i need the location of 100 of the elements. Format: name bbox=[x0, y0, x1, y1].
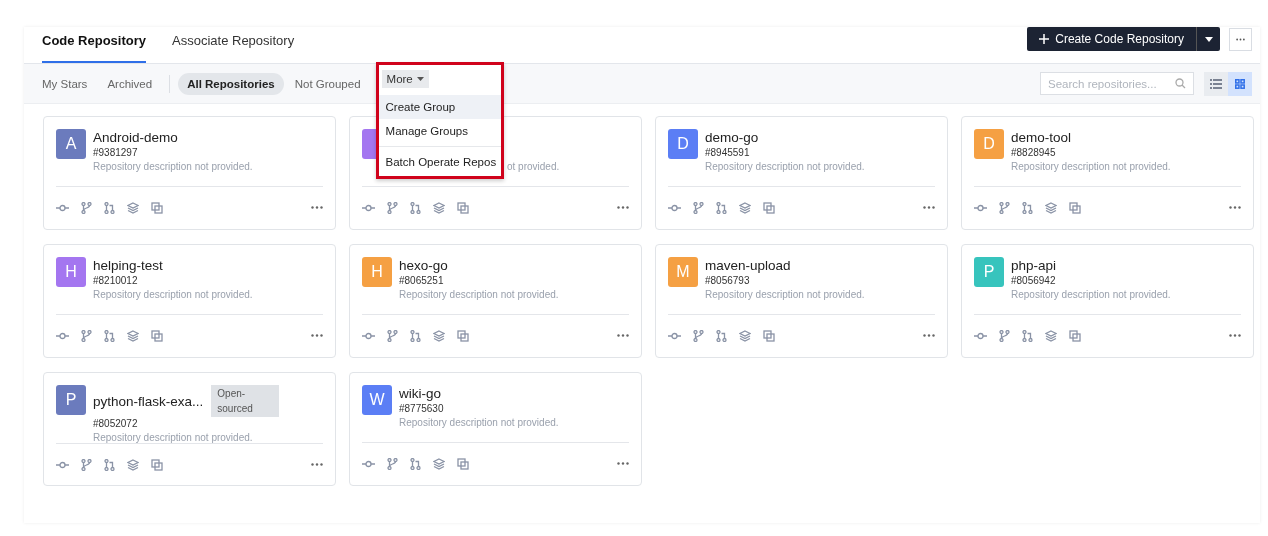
repository-card[interactable]: H helping-test #8210012 Repository description not provided. bbox=[43, 244, 336, 358]
layers-icon[interactable] bbox=[433, 457, 445, 470]
commit-icon[interactable] bbox=[362, 331, 375, 340]
copy-icon[interactable] bbox=[763, 329, 775, 342]
avatar: H bbox=[362, 257, 392, 287]
repository-card[interactable]: W wiki-go #8775630 Repository description not provided. bbox=[349, 372, 642, 486]
filter-tab[interactable]: Archived bbox=[98, 72, 162, 95]
merge-request-icon[interactable] bbox=[410, 457, 421, 470]
ellipsis-icon[interactable] bbox=[1229, 334, 1241, 338]
commit-icon[interactable] bbox=[668, 203, 681, 212]
merge-request-icon[interactable] bbox=[104, 329, 115, 342]
layers-icon[interactable] bbox=[739, 201, 751, 214]
repository-id: #8052072 bbox=[93, 418, 139, 430]
repository-name[interactable]: php-api bbox=[1011, 258, 1057, 273]
copy-icon[interactable] bbox=[457, 457, 469, 470]
repository-name[interactable]: wiki-go bbox=[399, 386, 441, 401]
repository-name[interactable]: hexo-go bbox=[399, 258, 448, 273]
layers-icon[interactable] bbox=[1045, 329, 1057, 342]
repository-name[interactable]: demo-tool bbox=[1011, 130, 1072, 145]
filter-tab[interactable]: Not Grouped bbox=[285, 72, 370, 95]
caret-icon bbox=[1204, 36, 1213, 42]
merge-request-icon[interactable] bbox=[410, 329, 421, 342]
merge-request-icon[interactable] bbox=[104, 201, 115, 214]
branch-icon[interactable] bbox=[81, 329, 92, 342]
branch-icon[interactable] bbox=[999, 201, 1010, 214]
repository-name[interactable]: demo-go bbox=[705, 130, 759, 145]
branch-icon[interactable] bbox=[693, 201, 704, 214]
ellipsis-icon[interactable] bbox=[617, 462, 629, 466]
ellipsis-icon[interactable] bbox=[1229, 206, 1241, 210]
repository-name[interactable]: Android-demo bbox=[93, 130, 178, 145]
layers-icon[interactable] bbox=[127, 201, 139, 214]
more-dropdown[interactable]: More bbox=[381, 69, 429, 88]
ellipsis-icon[interactable] bbox=[923, 334, 935, 338]
repository-name[interactable]: helping-test bbox=[93, 258, 163, 273]
merge-request-icon[interactable] bbox=[1022, 329, 1033, 342]
filter-tab[interactable]: My Stars bbox=[42, 72, 97, 95]
menu-item[interactable]: Create Group bbox=[378, 94, 501, 119]
repository-card[interactable]: D demo-go #8945591 Repository description not provided. bbox=[655, 116, 948, 230]
commit-icon[interactable] bbox=[668, 331, 681, 340]
list-view-button[interactable] bbox=[1204, 71, 1228, 96]
commit-icon[interactable] bbox=[362, 203, 375, 212]
copy-icon[interactable] bbox=[1069, 201, 1081, 214]
more-options-button[interactable] bbox=[1229, 27, 1252, 51]
ellipsis-icon[interactable] bbox=[617, 206, 629, 210]
ellipsis-icon[interactable] bbox=[311, 206, 323, 210]
tab[interactable]: Associate Repository bbox=[172, 27, 295, 63]
layers-icon[interactable] bbox=[433, 201, 445, 214]
layers-icon[interactable] bbox=[127, 458, 139, 471]
layers-icon[interactable] bbox=[433, 329, 445, 342]
copy-icon[interactable] bbox=[1069, 329, 1081, 342]
commit-icon[interactable] bbox=[56, 331, 69, 340]
layers-icon[interactable] bbox=[127, 329, 139, 342]
commit-icon[interactable] bbox=[974, 331, 987, 340]
repository-card[interactable]: H hexo-go #8065251 Repository description not provided. bbox=[349, 244, 642, 358]
create-repository-button[interactable]: Create Code Repository bbox=[1027, 27, 1196, 51]
repository-card[interactable]: M maven-upload #8056793 Repository description not provided. bbox=[655, 244, 948, 358]
ellipsis-icon[interactable] bbox=[311, 334, 323, 338]
merge-request-icon[interactable] bbox=[410, 201, 421, 214]
layers-icon[interactable] bbox=[1045, 201, 1057, 214]
commit-icon[interactable] bbox=[56, 203, 69, 212]
commit-icon[interactable] bbox=[974, 203, 987, 212]
repository-id: #8056793 bbox=[705, 275, 751, 287]
copy-icon[interactable] bbox=[151, 458, 163, 471]
branch-icon[interactable] bbox=[81, 201, 92, 214]
copy-icon[interactable] bbox=[457, 201, 469, 214]
merge-request-icon[interactable] bbox=[716, 329, 727, 342]
repository-description: Repository description not provided. bbox=[399, 289, 559, 300]
copy-icon[interactable] bbox=[763, 201, 775, 214]
repository-name[interactable]: python-flask-exa... bbox=[93, 393, 204, 409]
branch-icon[interactable] bbox=[387, 329, 398, 342]
grid-view-button[interactable] bbox=[1228, 71, 1252, 96]
branch-icon[interactable] bbox=[81, 458, 92, 471]
ellipsis-icon[interactable] bbox=[923, 206, 935, 210]
dropdown-button[interactable] bbox=[1196, 27, 1220, 51]
repository-name[interactable]: maven-upload bbox=[705, 258, 791, 273]
commit-icon[interactable] bbox=[56, 460, 69, 469]
ellipsis-icon[interactable] bbox=[617, 334, 629, 338]
avatar: P bbox=[56, 385, 86, 415]
repository-card[interactable]: D demo-tool #8828945 Repository description not provided. bbox=[961, 116, 1254, 230]
merge-request-icon[interactable] bbox=[716, 201, 727, 214]
repository-card[interactable]: A Android-demo #9381297 Repository description not provided. bbox=[43, 116, 336, 230]
merge-request-icon[interactable] bbox=[104, 458, 115, 471]
copy-icon[interactable] bbox=[151, 201, 163, 214]
search-field[interactable]: Search repositories... bbox=[1040, 72, 1194, 95]
branch-icon[interactable] bbox=[387, 457, 398, 470]
commit-icon[interactable] bbox=[362, 459, 375, 468]
branch-icon[interactable] bbox=[999, 329, 1010, 342]
copy-icon[interactable] bbox=[457, 329, 469, 342]
copy-icon[interactable] bbox=[151, 329, 163, 342]
branch-icon[interactable] bbox=[693, 329, 704, 342]
merge-request-icon[interactable] bbox=[1022, 201, 1033, 214]
repository-card[interactable]: P php-api #8056942 Repository description not provided. bbox=[961, 244, 1254, 358]
layers-icon[interactable] bbox=[739, 329, 751, 342]
ellipsis-icon[interactable] bbox=[311, 463, 323, 466]
repository-card[interactable]: P python-flask-exa... Open-sourced #8052072 Repository description not provided. bbox=[43, 372, 336, 486]
branch-icon[interactable] bbox=[387, 201, 398, 214]
repository-description: Repository description not provided. bbox=[1011, 161, 1171, 172]
plus-icon bbox=[1039, 34, 1050, 44]
search-icon bbox=[1175, 78, 1186, 89]
filter-tab[interactable]: All Repositories bbox=[178, 72, 284, 95]
